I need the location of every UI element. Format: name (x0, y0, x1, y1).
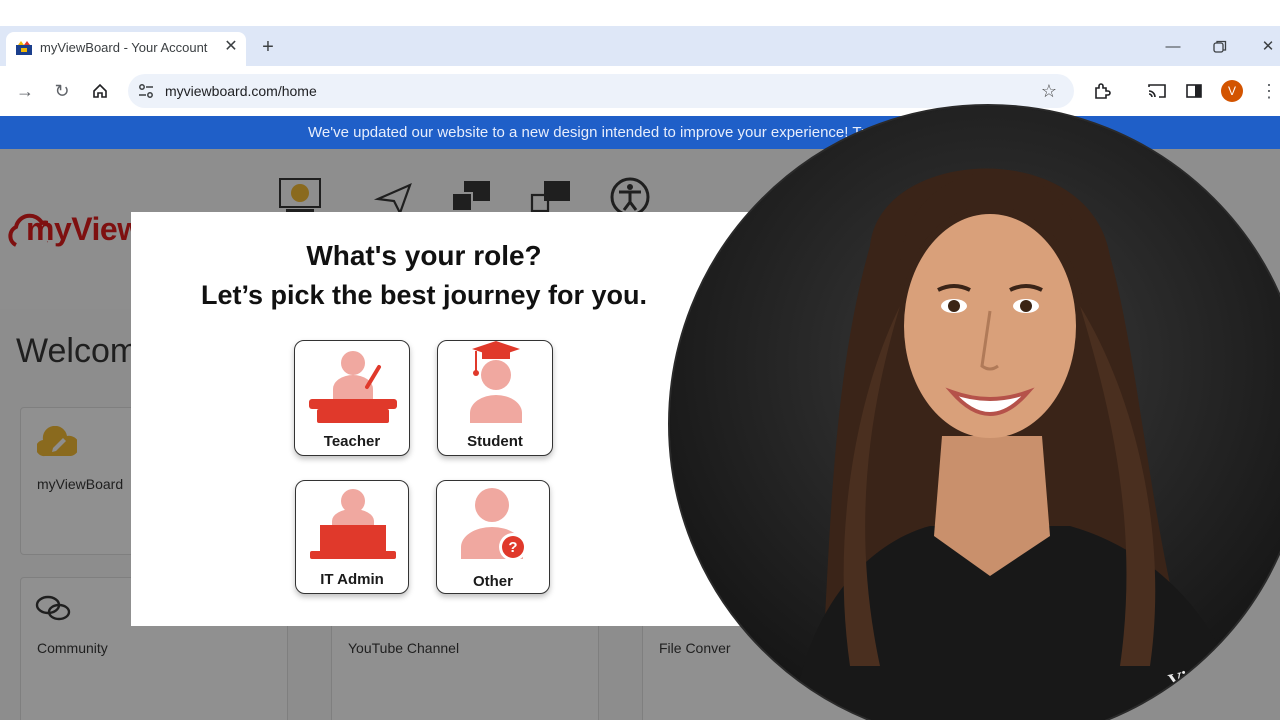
modal-subtitle: Let’s pick the best journey for you. (200, 280, 648, 310)
restore-icon[interactable] (1208, 36, 1232, 58)
more-icon[interactable]: ⋮ (1256, 78, 1280, 104)
card-label-youtube: YouTube Channel (348, 640, 460, 656)
extensions-icon[interactable] (1089, 78, 1115, 104)
role-label-other: Other (472, 573, 513, 590)
site-logo[interactable]: myView (26, 211, 142, 248)
role-card-student[interactable]: Student (437, 340, 553, 456)
display-nav-icon[interactable] (450, 177, 494, 217)
profile-avatar[interactable]: V (1221, 80, 1243, 102)
card-label-file-convert: File Conver (659, 640, 731, 656)
cast-nav-icon[interactable] (530, 177, 574, 217)
presenter-photo: ViewSonic (670, 106, 1280, 720)
role-label-teacher: Teacher (323, 433, 381, 450)
cloud-pencil-icon (37, 426, 77, 457)
side-panel-icon[interactable] (1181, 78, 1207, 104)
role-card-teacher[interactable]: Teacher (294, 340, 410, 456)
whiteboard-nav-icon[interactable] (278, 177, 322, 217)
home-icon[interactable] (87, 78, 113, 104)
banner-text: We've updated our website to a new desig… (308, 124, 866, 141)
url-text: myviewboard.com/home (165, 83, 317, 99)
reload-icon[interactable]: ↻ (49, 78, 75, 104)
title-bar-top (0, 0, 1280, 26)
browser-toolbar: → ↻ myviewboard.com/home ☆ V ⋮ (0, 66, 1280, 116)
welcome-heading: Welcom (16, 332, 139, 370)
card-label-community: Community (37, 640, 108, 656)
card-label-myviewboard: myViewBoard (37, 476, 124, 492)
svg-text:?: ? (508, 539, 517, 556)
chat-bubbles-icon (35, 595, 71, 621)
role-card-it-admin[interactable]: IT Admin (295, 480, 409, 594)
role-label-student: Student (467, 433, 523, 450)
modal-question: What's your role? (306, 240, 542, 271)
role-label-it-admin: IT Admin (320, 571, 384, 588)
send-nav-icon[interactable] (372, 177, 416, 217)
plus-icon[interactable]: + (256, 36, 280, 60)
favicon-icon (16, 41, 32, 55)
minimize-icon[interactable]: — (1161, 36, 1185, 58)
close-icon[interactable]: ✕ (222, 38, 240, 56)
browser-tab[interactable]: myViewBoard - Your Account ✕ (6, 32, 246, 66)
cast-icon[interactable] (1144, 78, 1170, 104)
role-card-other[interactable]: ? Other (436, 480, 550, 594)
site-settings-icon[interactable] (136, 81, 156, 101)
window-close-icon[interactable]: ✕ (1256, 36, 1280, 58)
address-bar[interactable]: myviewboard.com/home ☆ (128, 74, 1074, 108)
tab-title: myViewBoard - Your Account (40, 40, 208, 55)
forward-icon[interactable]: → (12, 78, 38, 104)
screen: myViewBoard - Your Account ✕ + — ✕ → ↻ m… (0, 0, 1280, 720)
accessibility-nav-icon[interactable] (608, 177, 652, 217)
star-icon[interactable]: ☆ (1038, 80, 1060, 102)
